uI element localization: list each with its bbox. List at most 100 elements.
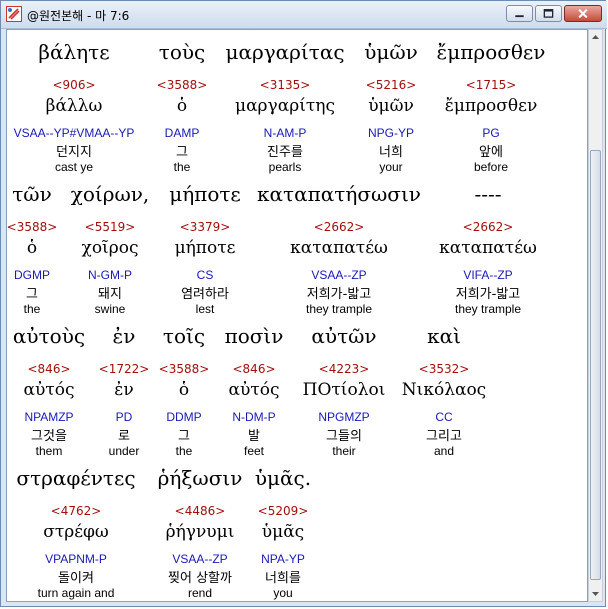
maximize-icon	[543, 9, 554, 18]
strong-number[interactable]: <1722>	[99, 362, 150, 376]
scroll-down-button[interactable]	[589, 586, 602, 601]
strong-number[interactable]: <4762>	[51, 504, 102, 518]
vertical-scrollbar[interactable]	[588, 29, 603, 602]
greek-word: βάλητε	[38, 40, 110, 64]
scroll-thumb[interactable]	[590, 150, 601, 580]
close-icon	[578, 9, 588, 19]
strong-number[interactable]: <5519>	[85, 220, 136, 234]
strong-number[interactable]: <906>	[52, 78, 95, 92]
morphology-code: NPAMZP	[24, 410, 74, 424]
lemma: στρέφω	[43, 522, 109, 542]
lemma: ΠΟτίολοι	[302, 380, 386, 400]
lemma: καταπατέω	[439, 238, 537, 258]
greek-word: μαργαρίτας	[225, 40, 345, 64]
morphology-code: VSAA--ZP	[172, 552, 228, 566]
app-icon	[6, 6, 22, 22]
lemma: ἐν	[114, 380, 134, 400]
close-button[interactable]	[564, 5, 602, 22]
strong-number[interactable]: <2662>	[463, 220, 514, 234]
greek-word: χοίρων,	[70, 182, 150, 206]
lemma: ῥήγνυμι	[165, 522, 235, 542]
korean-gloss: 그것을	[31, 429, 67, 444]
strong-number[interactable]: <5209>	[258, 504, 309, 518]
triangle-down-icon	[592, 592, 599, 596]
strong-number[interactable]: <3532>	[419, 362, 470, 376]
lemma: χοῖρος	[81, 238, 139, 258]
korean-gloss: 돼지	[98, 287, 122, 302]
english-gloss: under	[108, 444, 140, 458]
greek-word: ἐν	[112, 324, 136, 348]
greek-word: στραφέντες	[16, 466, 136, 490]
korean-gloss: 진주를	[267, 145, 303, 160]
lemma: Νικόλαος	[401, 380, 487, 400]
strong-number[interactable]: <3135>	[260, 78, 311, 92]
english-gloss: swine	[94, 302, 126, 316]
morphology-code: N-DM-P	[232, 410, 276, 424]
minimize-button[interactable]	[506, 5, 533, 22]
title-bar[interactable]: @원전본해 - 마 7:6	[1, 1, 607, 29]
greek-word: καὶ	[427, 324, 461, 348]
greek-word: τοὺς	[158, 40, 206, 64]
maximize-button[interactable]	[535, 5, 562, 22]
english-gloss: and	[433, 444, 455, 458]
english-gloss: feet	[243, 444, 265, 458]
english-gloss: your	[379, 160, 403, 174]
korean-gloss: 그	[26, 287, 38, 302]
strong-number[interactable]: <1715>	[466, 78, 517, 92]
strong-number[interactable]: <3588>	[159, 362, 210, 376]
greek-word: ὑμῶν	[364, 40, 418, 64]
korean-gloss: 발	[248, 429, 260, 444]
greek-word: ῥήξωσιν	[157, 466, 243, 490]
window-title: @원전본해 - 마 7:6	[27, 9, 130, 23]
morphology-code: VPAPNM-P	[45, 552, 107, 566]
morphology-code: DAMP	[164, 126, 200, 140]
lemma: μαργαρίτης	[235, 96, 335, 116]
korean-gloss: 그	[178, 429, 190, 444]
lemma: ὁ	[178, 380, 190, 400]
morphology-code: PG	[482, 126, 500, 140]
morphology-code: VIFA--ZP	[463, 268, 513, 282]
greek-word: ὑμᾶς.	[254, 466, 312, 490]
english-gloss: the	[23, 302, 41, 316]
english-gloss: the	[173, 160, 191, 174]
lemma: ὁ	[176, 96, 188, 116]
interlinear-panel: βάλητε <906> βάλλω VSAA--YP#VMAA--YP 던지지…	[6, 29, 588, 602]
scroll-up-button[interactable]	[589, 30, 602, 45]
greek-word: καταπατήσωσιν	[257, 182, 421, 206]
lemma: ὑμᾶς	[261, 522, 305, 542]
english-gloss: you	[273, 586, 293, 600]
strong-number[interactable]: <4223>	[319, 362, 370, 376]
english-gloss: rend	[187, 586, 213, 600]
strong-number[interactable]: <3379>	[180, 220, 231, 234]
greek-word: αὐτῶν	[311, 324, 377, 348]
korean-gloss: 너희를	[265, 571, 301, 586]
strong-number[interactable]: <2662>	[314, 220, 365, 234]
strong-number[interactable]: <846>	[27, 362, 70, 376]
korean-gloss: 그리고	[426, 429, 462, 444]
korean-gloss: 저희가-밟고	[455, 287, 521, 302]
korean-gloss: 그	[176, 145, 188, 160]
morphology-code: VSAA--ZP	[311, 268, 367, 282]
strong-number[interactable]: <846>	[232, 362, 275, 376]
korean-gloss: 염려하라	[181, 287, 229, 302]
morphology-code: NPG-YP	[367, 126, 415, 140]
lemma: αὐτός	[228, 380, 280, 400]
strong-number[interactable]: <3588>	[157, 78, 208, 92]
lemma: ὁ	[26, 238, 38, 258]
greek-word: τοῖς	[162, 324, 206, 348]
minimize-icon	[515, 15, 524, 18]
lemma: βάλλω	[45, 96, 103, 116]
greek-word: μήποτε	[169, 182, 241, 206]
morphology-code: CS	[196, 268, 214, 282]
lemma: ὑμῶν	[368, 96, 414, 116]
korean-gloss: 저희가-밟고	[306, 287, 372, 302]
strong-number[interactable]: <4486>	[175, 504, 226, 518]
strong-number[interactable]: <5216>	[366, 78, 417, 92]
korean-gloss: 로	[118, 429, 130, 444]
lemma: μήποτε	[174, 238, 236, 258]
strong-number[interactable]: <3588>	[7, 220, 57, 234]
english-gloss: their	[332, 444, 356, 458]
app-window: @원전본해 - 마 7:6 βάλητε <906> βάλλω VSAA--Y…	[0, 0, 607, 607]
english-gloss: pearls	[268, 160, 302, 174]
korean-gloss: 던지지	[56, 145, 92, 160]
